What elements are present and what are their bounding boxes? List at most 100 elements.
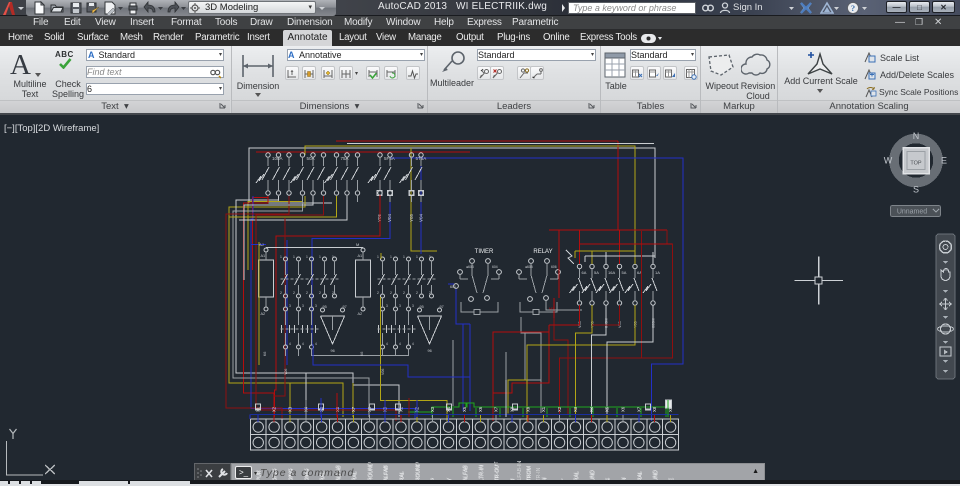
svg-text:96: 96 — [331, 349, 335, 353]
svg-text:LTR-IN: LTR-IN — [479, 465, 485, 482]
svg-text:1: 1 — [377, 255, 379, 259]
svg-text:X9: X9 — [525, 406, 530, 412]
svg-text:X7: X7 — [351, 406, 356, 412]
svg-text:2: 2 — [429, 291, 431, 295]
svg-text:4: 4 — [412, 342, 414, 346]
svg-text:6A: 6A — [582, 270, 587, 275]
svg-text:4: 4 — [315, 342, 317, 346]
svg-text:W: W — [884, 156, 893, 166]
svg-text:100A: 100A — [272, 156, 283, 161]
svg-text:V04: V04 — [387, 213, 392, 222]
svg-text:AJ: AJ — [259, 242, 264, 247]
svg-text:ALFAB: ALFAB — [384, 465, 390, 482]
svg-text:N: N — [913, 131, 920, 141]
svg-text:M: M — [356, 242, 359, 247]
svg-text:3: 3 — [302, 304, 304, 308]
svg-text:Unnamed: Unnamed — [897, 209, 927, 216]
svg-text:X1: X1 — [541, 406, 546, 412]
svg-text:X6: X6 — [335, 406, 340, 412]
svg-text:X2: X2 — [272, 406, 277, 412]
svg-text:X5: X5 — [605, 406, 610, 412]
svg-text:RELAY: RELAY — [533, 249, 552, 255]
svg-text:95: 95 — [323, 305, 327, 309]
svg-text:X5: X5 — [462, 406, 467, 412]
svg-text:4: 4 — [289, 342, 291, 346]
svg-text:604: 604 — [492, 265, 498, 269]
svg-text:75A: 75A — [341, 156, 349, 161]
svg-text:1: 1 — [280, 255, 282, 259]
svg-text:K6: K6 — [263, 352, 267, 356]
svg-text:1: 1 — [416, 255, 418, 259]
svg-text:TOP: TOP — [910, 161, 922, 167]
svg-text:5F5A: 5F5A — [384, 156, 395, 161]
svg-text:2: 2 — [416, 291, 418, 295]
svg-text:●605: ●605 — [525, 265, 533, 269]
svg-text:4: 4 — [399, 342, 401, 346]
svg-text:A1: A1 — [358, 254, 363, 258]
svg-text:TIMER: TIMER — [475, 249, 494, 255]
svg-text:V04: V04 — [419, 213, 424, 222]
svg-text:[−][Top][2D Wireframe]: [−][Top][2D Wireframe] — [4, 123, 99, 134]
svg-text:X4: X4 — [589, 406, 594, 412]
svg-text:96: 96 — [428, 349, 432, 353]
svg-text:4: 4 — [302, 342, 304, 346]
svg-text:3: 3 — [315, 304, 317, 308]
svg-text:ROUND: ROUND — [368, 464, 374, 482]
svg-text:1: 1 — [306, 255, 308, 259]
svg-text:97: 97 — [440, 305, 444, 309]
svg-text:601: 601 — [450, 285, 456, 289]
svg-text:K6: K6 — [360, 352, 364, 356]
svg-text:5A: 5A — [622, 270, 627, 275]
svg-text:1: 1 — [293, 255, 295, 259]
svg-text:1: 1 — [390, 255, 392, 259]
svg-text:2: 2 — [306, 291, 308, 295]
svg-text:1A: 1A — [655, 270, 660, 275]
svg-text:ROUND: ROUND — [416, 464, 422, 482]
svg-text:X7: X7 — [636, 406, 641, 412]
svg-text:606: 606 — [551, 265, 557, 269]
svg-text:2: 2 — [280, 291, 282, 295]
svg-text:A: A — [88, 50, 95, 59]
svg-text:2: 2 — [403, 291, 405, 295]
svg-text:5T5A: 5T5A — [416, 156, 427, 161]
svg-text:95: 95 — [420, 305, 424, 309]
svg-text:X3: X3 — [430, 406, 435, 412]
svg-text:1: 1 — [429, 255, 431, 259]
svg-text:X2: X2 — [557, 406, 562, 412]
svg-text:97: 97 — [343, 305, 347, 309]
svg-text:A1: A1 — [261, 254, 266, 258]
svg-text:X7: X7 — [494, 406, 499, 412]
svg-text:A2: A2 — [261, 312, 266, 316]
svg-text:V06: V06 — [381, 369, 385, 375]
svg-text:X3: X3 — [287, 406, 292, 412]
svg-text:ALFAB: ALFAB — [463, 465, 469, 482]
svg-text:2: 2 — [319, 291, 321, 295]
svg-text:3: 3 — [386, 304, 388, 308]
svg-text:50A: 50A — [307, 156, 315, 161]
svg-text:2: 2 — [293, 291, 295, 295]
svg-text:5A: 5A — [594, 270, 599, 275]
svg-text:1: 1 — [319, 255, 321, 259]
svg-text:16A: 16A — [608, 270, 615, 275]
svg-text:Y06: Y06 — [284, 369, 288, 375]
svg-text:●603: ●603 — [466, 265, 474, 269]
svg-text:A2: A2 — [358, 312, 363, 316]
svg-text:2: 2 — [332, 291, 334, 295]
svg-text:?: ? — [851, 3, 855, 13]
svg-text:S: S — [913, 185, 919, 195]
svg-text:1: 1 — [403, 255, 405, 259]
svg-text:3: 3 — [399, 304, 401, 308]
svg-text:X3: X3 — [573, 406, 578, 412]
svg-text:X6: X6 — [621, 406, 626, 412]
svg-text:E: E — [941, 156, 947, 166]
svg-text:Y05: Y05 — [409, 213, 414, 222]
svg-text:2: 2 — [390, 291, 392, 295]
svg-text:TR-OUT: TR-OUT — [495, 464, 501, 482]
svg-text:2: 2 — [377, 291, 379, 295]
svg-text:3: 3 — [289, 304, 291, 308]
svg-text:4: 4 — [386, 342, 388, 346]
svg-text:A: A — [288, 50, 295, 59]
svg-text:X6: X6 — [478, 406, 483, 412]
svg-text:3: 3 — [412, 304, 414, 308]
svg-text:X8: X8 — [652, 406, 657, 412]
